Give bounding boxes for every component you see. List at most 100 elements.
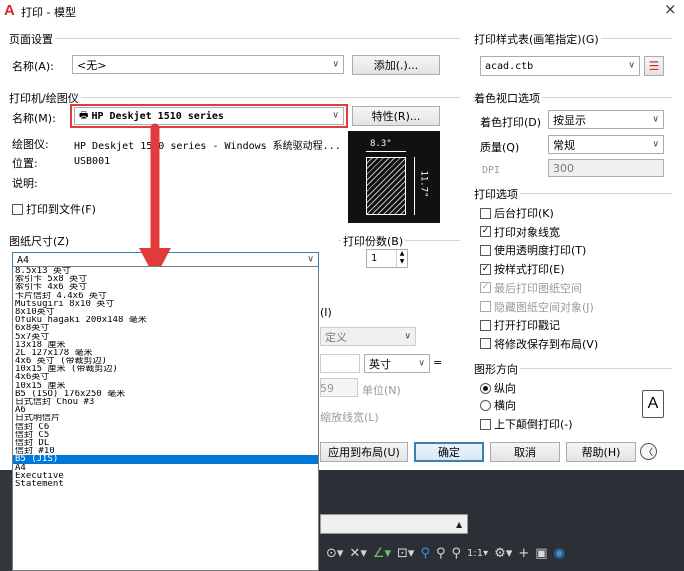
plot-option-label: 按样式打印(E) (494, 263, 565, 277)
dpi-value: 300 (553, 161, 574, 175)
properties-button[interactable]: 特性(R)... (352, 106, 440, 126)
plot-option-checkbox: ✓ 最后打印图纸空间 (480, 280, 582, 296)
quality-select[interactable]: 常规 ∨ (548, 135, 664, 154)
workspace-icon[interactable]: ⚲ (452, 546, 462, 561)
plot-option-checkbox[interactable]: 使用透明度打印(T) (480, 242, 586, 258)
copies-input[interactable]: 1 ▲ ▼ (366, 249, 408, 268)
selection-icon[interactable]: ⊡▾ (397, 546, 414, 561)
paper-size-option[interactable]: 信封 C6 (13, 423, 318, 431)
copies-label: 打印份数(B) (341, 233, 406, 249)
paper-size-option[interactable]: B5 (JIS) (13, 455, 318, 464)
plot-style-select[interactable]: acad.ctb ∨ (480, 56, 640, 76)
plot-option-checkbox[interactable]: ✓ 按样式打印(E) (480, 261, 565, 277)
plot-option-label: 后台打印(K) (494, 207, 554, 220)
plus-icon[interactable]: + (518, 546, 529, 561)
preview-height-label: 11.7" (418, 170, 429, 198)
checkbox-box (480, 244, 491, 256)
paper-size-option[interactable]: 13x18 厘米 (13, 341, 318, 349)
plotter-value: HP Deskjet 1510 series - Windows 系统驱动程..… (74, 141, 341, 152)
chevron-down-icon: ∨ (418, 358, 425, 368)
upside-down-checkbox[interactable]: 上下颠倒打印(-) (480, 416, 573, 432)
paper-size-option[interactable]: 5x7英寸 (13, 333, 318, 341)
paper-size-option[interactable]: Ofuku hagaki 200x148 毫米 (13, 316, 318, 324)
window-title: 打印 - 模型 (21, 6, 76, 19)
add-button[interactable]: 添加(.)... (352, 55, 440, 75)
dpi-input: 300 (548, 159, 664, 177)
scale-value: 59 (320, 382, 334, 395)
paper-size-option[interactable]: 信封 DL (13, 439, 318, 447)
paper-size-group-title: 图纸尺寸(Z) (7, 233, 72, 249)
checkbox-box: ✓ (480, 263, 491, 275)
layout-icon[interactable]: ▣ (535, 546, 547, 561)
lineweight-icon[interactable]: ∠▾ (373, 546, 391, 561)
plot-option-label: 打开打印戳记 (494, 319, 560, 333)
cancel-button[interactable]: 取消 (490, 442, 560, 462)
location-value: USB001 (74, 156, 111, 167)
paper-size-option[interactable]: 信封 #10 (13, 447, 318, 455)
isolate-icon[interactable]: ◉ (554, 546, 565, 561)
shade-plot-select[interactable]: 按显示 ∨ (548, 110, 664, 129)
paper-size-option[interactable]: 索引卡 5x8 英寸 (13, 275, 318, 283)
annotation-arrow (139, 123, 171, 278)
landscape-radio[interactable]: 横向 (480, 397, 516, 413)
paper-size-option[interactable]: 8x10英寸 (13, 308, 318, 316)
paper-size-option[interactable]: 8.5x13 英寸 (13, 267, 318, 275)
paper-size-option[interactable]: 4x6英寸 (13, 373, 318, 381)
title-bar: A 打印 - 模型 × (0, 0, 684, 22)
edit-plot-style-icon[interactable]: ☰ (644, 56, 664, 76)
printer-name-value: HP Deskjet 1510 series (91, 110, 224, 122)
paper-size-option[interactable]: 6x8英寸 (13, 324, 318, 332)
close-icon[interactable]: × (664, 0, 677, 18)
paper-size-option[interactable]: Executive (13, 472, 318, 480)
plot-option-label: 最后打印图纸空间 (494, 281, 582, 295)
annotation-icon[interactable]: ⚲ (420, 546, 430, 561)
help-button[interactable]: 帮助(H) (566, 442, 636, 462)
unit-select[interactable]: 英寸 ∨ (364, 354, 430, 373)
apply-to-layout-button[interactable]: 应用到布局(U) (320, 442, 408, 462)
paper-size-option[interactable]: 4x6 英寸 (带裁剪边) (13, 357, 318, 365)
ratio-icon[interactable]: 1:1▾ (467, 548, 488, 559)
plot-style-group-title: 打印样式表(画笔指定)(G) (472, 31, 601, 47)
paper-size-option[interactable]: 日式明信片 (13, 414, 318, 422)
paper-size-option[interactable]: 卡片信封 4.4x6 英寸 (13, 292, 318, 300)
gear-icon[interactable]: ⚙▾ (494, 546, 512, 561)
command-line[interactable] (320, 514, 468, 534)
polar-icon[interactable]: ⊙▾ (326, 546, 343, 561)
paper-size-option[interactable]: Statement (13, 480, 318, 488)
paper-size-value: A4 (17, 254, 30, 266)
paper-size-option[interactable]: 10x15 厘米 (13, 382, 318, 390)
paper-size-option[interactable]: 2L 127x178 毫米 (13, 349, 318, 357)
plot-option-checkbox[interactable]: 打开打印戳记 (480, 317, 560, 333)
orientation-glyph: A (647, 395, 659, 412)
plot-option-label: 隐藏图纸空间对象(J) (494, 300, 594, 314)
paper-size-option[interactable]: 10x15 厘米 (带裁剪边) (13, 365, 318, 373)
paper-size-option[interactable]: B5 (ISO) 176x250 毫米 (13, 390, 318, 398)
quality-value: 常规 (553, 138, 575, 152)
chevron-down-icon: ∨ (652, 114, 659, 124)
plot-option-checkbox[interactable]: ✓ 打印对象线宽 (480, 224, 560, 240)
portrait-radio[interactable]: 纵向 (480, 380, 516, 396)
checkbox-box: ✓ (480, 282, 491, 294)
print-to-file-checkbox[interactable]: 打印到文件(F) (12, 201, 96, 217)
paper-size-option[interactable]: Mutsugiri 8x10 英寸 (13, 300, 318, 308)
paper-size-dropdown-list[interactable]: 8.5x13 英寸 索引卡 5x8 英寸 索引卡 4x6 英寸 卡片信封 4.4x6 … (12, 266, 319, 571)
ok-button[interactable]: 确定 (414, 442, 484, 462)
quality-label: 质量(Q) (480, 141, 520, 154)
scale-icon[interactable]: ⚲ (436, 546, 446, 561)
paper-size-option[interactable]: A4 (13, 464, 318, 472)
osnap-icon[interactable]: ✕▾ (349, 546, 366, 561)
more-options-button[interactable]: 〈 (640, 443, 657, 460)
paper-size-option[interactable]: A6 (13, 406, 318, 414)
checkbox-box (480, 338, 491, 350)
printer-name-select[interactable]: 🖶 HP Deskjet 1510 series ∨ (74, 107, 344, 125)
plot-option-checkbox[interactable]: 将修改保存到布局(V) (480, 336, 598, 352)
spinner-icon[interactable]: ▲ ▼ (396, 250, 407, 267)
command-line-expand-icon[interactable]: ▲ (456, 520, 462, 529)
landscape-label: 横向 (494, 399, 516, 412)
page-setup-name-select[interactable]: <无> ∨ (72, 55, 344, 74)
paper-size-option[interactable]: 日式信封 Chou #3 (13, 398, 318, 406)
chevron-down-icon: ∨ (652, 139, 659, 149)
plot-option-checkbox[interactable]: 后台打印(K) (480, 205, 554, 221)
paper-size-option[interactable]: 信封 C5 (13, 431, 318, 439)
paper-size-option[interactable]: 索引卡 4x6 英寸 (13, 283, 318, 291)
